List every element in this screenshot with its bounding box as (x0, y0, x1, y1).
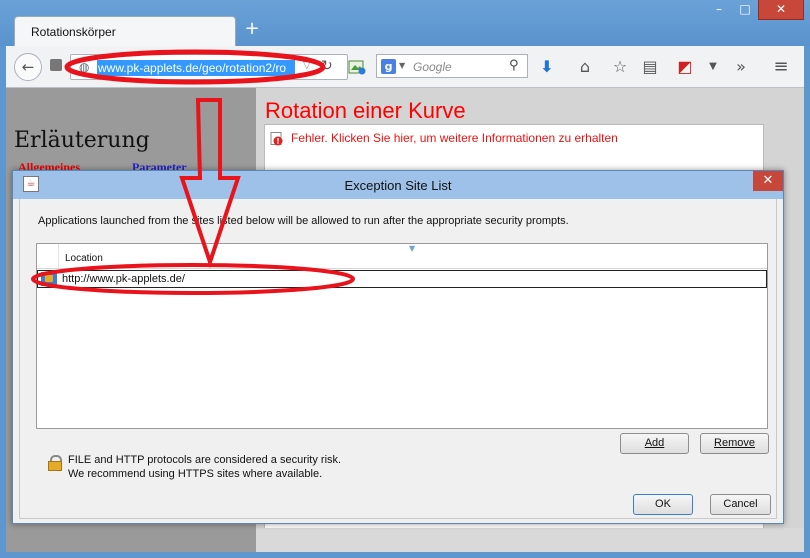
ok-button[interactable]: OK (633, 494, 693, 515)
tab-title: Rotationskörper (31, 25, 116, 39)
download-icon[interactable]: ⬇ (536, 56, 558, 78)
table-header-icon-column (37, 244, 59, 269)
url-text[interactable]: www.pk-applets.de/geo/rotation2/ro (97, 60, 295, 76)
tab-rotationskoerper[interactable]: Rotationskörper (14, 16, 236, 47)
globe-icon: ◍ (79, 60, 90, 74)
warning-line-2: We recommend using HTTPS sites where ava… (68, 468, 323, 480)
add-button-label: Add (644, 437, 665, 449)
exception-site-list-dialog: ☕ Exception Site List ✕ Applications lau… (12, 170, 784, 524)
warning-line-1: FILE and HTTP protocols are considered a… (68, 454, 342, 466)
search-input[interactable]: Google (413, 60, 452, 74)
remove-button[interactable]: Remove (700, 433, 769, 454)
add-button[interactable]: Add (620, 433, 689, 454)
star-icon[interactable]: ☆ (609, 56, 631, 78)
minimize-button[interactable]: – (706, 0, 732, 20)
column-header-location[interactable]: Location (65, 253, 103, 264)
url-bar[interactable]: ◍ www.pk-applets.de/geo/rotation2/ro ▽ ↻ (70, 54, 348, 80)
dialog-body: Applications launched from the sites lis… (19, 199, 777, 519)
new-tab-button[interactable]: + (243, 19, 261, 39)
search-box[interactable]: g ▼ Google ⚲ (376, 54, 528, 78)
more-icon[interactable]: » (730, 56, 752, 78)
window-close-button[interactable]: ✕ (758, 0, 804, 20)
back-button[interactable]: ← (14, 53, 42, 81)
menu-icon[interactable]: ≡ (770, 56, 792, 78)
left-heading: Erläuterung (14, 128, 150, 153)
error-message-link[interactable]: Fehler. Klicken Sie hier, um weitere Inf… (291, 131, 618, 145)
page-bottom-strip (256, 528, 804, 552)
error-icon[interactable] (270, 132, 284, 146)
addon-dropdown-icon[interactable]: ▼ (702, 56, 724, 78)
home-icon[interactable]: ⌂ (574, 56, 596, 78)
table-header: Location ▼ (37, 244, 767, 269)
dialog-description: Applications launched from the sites lis… (38, 215, 569, 227)
search-engine-dropdown-icon[interactable]: ▼ (399, 61, 405, 70)
url-dropdown-icon[interactable]: ▽ (303, 60, 311, 71)
dialog-close-button[interactable]: ✕ (753, 171, 783, 191)
reader-icon[interactable]: ▤ (639, 56, 661, 78)
cancel-button[interactable]: Cancel (710, 494, 771, 515)
browser-window: Rotationskörper + – □ ✕ ← ◍ www.pk-apple… (0, 0, 810, 558)
site-location[interactable]: http://www.pk-applets.de/ (62, 273, 185, 285)
back-icon: ← (21, 58, 35, 76)
table-row[interactable]: http://www.pk-applets.de/ (37, 270, 767, 288)
sort-indicator-icon: ▼ (409, 244, 416, 253)
warning-lock-icon (48, 455, 62, 471)
google-icon[interactable]: g (381, 59, 396, 74)
green-addon-icon[interactable] (348, 58, 366, 76)
page-title: Rotation einer Kurve (265, 98, 466, 123)
dialog-title-bar: ☕ Exception Site List ✕ (13, 171, 783, 199)
search-icon[interactable]: ⚲ (509, 58, 519, 73)
addon-icon[interactable]: ◩ (674, 56, 696, 78)
maximize-button[interactable]: □ (732, 0, 758, 20)
dialog-title: Exception Site List (344, 178, 452, 193)
history-icon[interactable] (50, 59, 62, 71)
remove-button-label: Remove (714, 437, 755, 449)
lock-icon (41, 272, 57, 286)
reload-icon[interactable]: ↻ (321, 58, 333, 74)
site-table: Location ▼ http://www.pk-applets.de/ (36, 243, 768, 429)
nav-toolbar: ← ◍ www.pk-applets.de/geo/rotation2/ro ▽… (6, 46, 804, 88)
title-bar: Rotationskörper + – □ ✕ (0, 0, 810, 47)
